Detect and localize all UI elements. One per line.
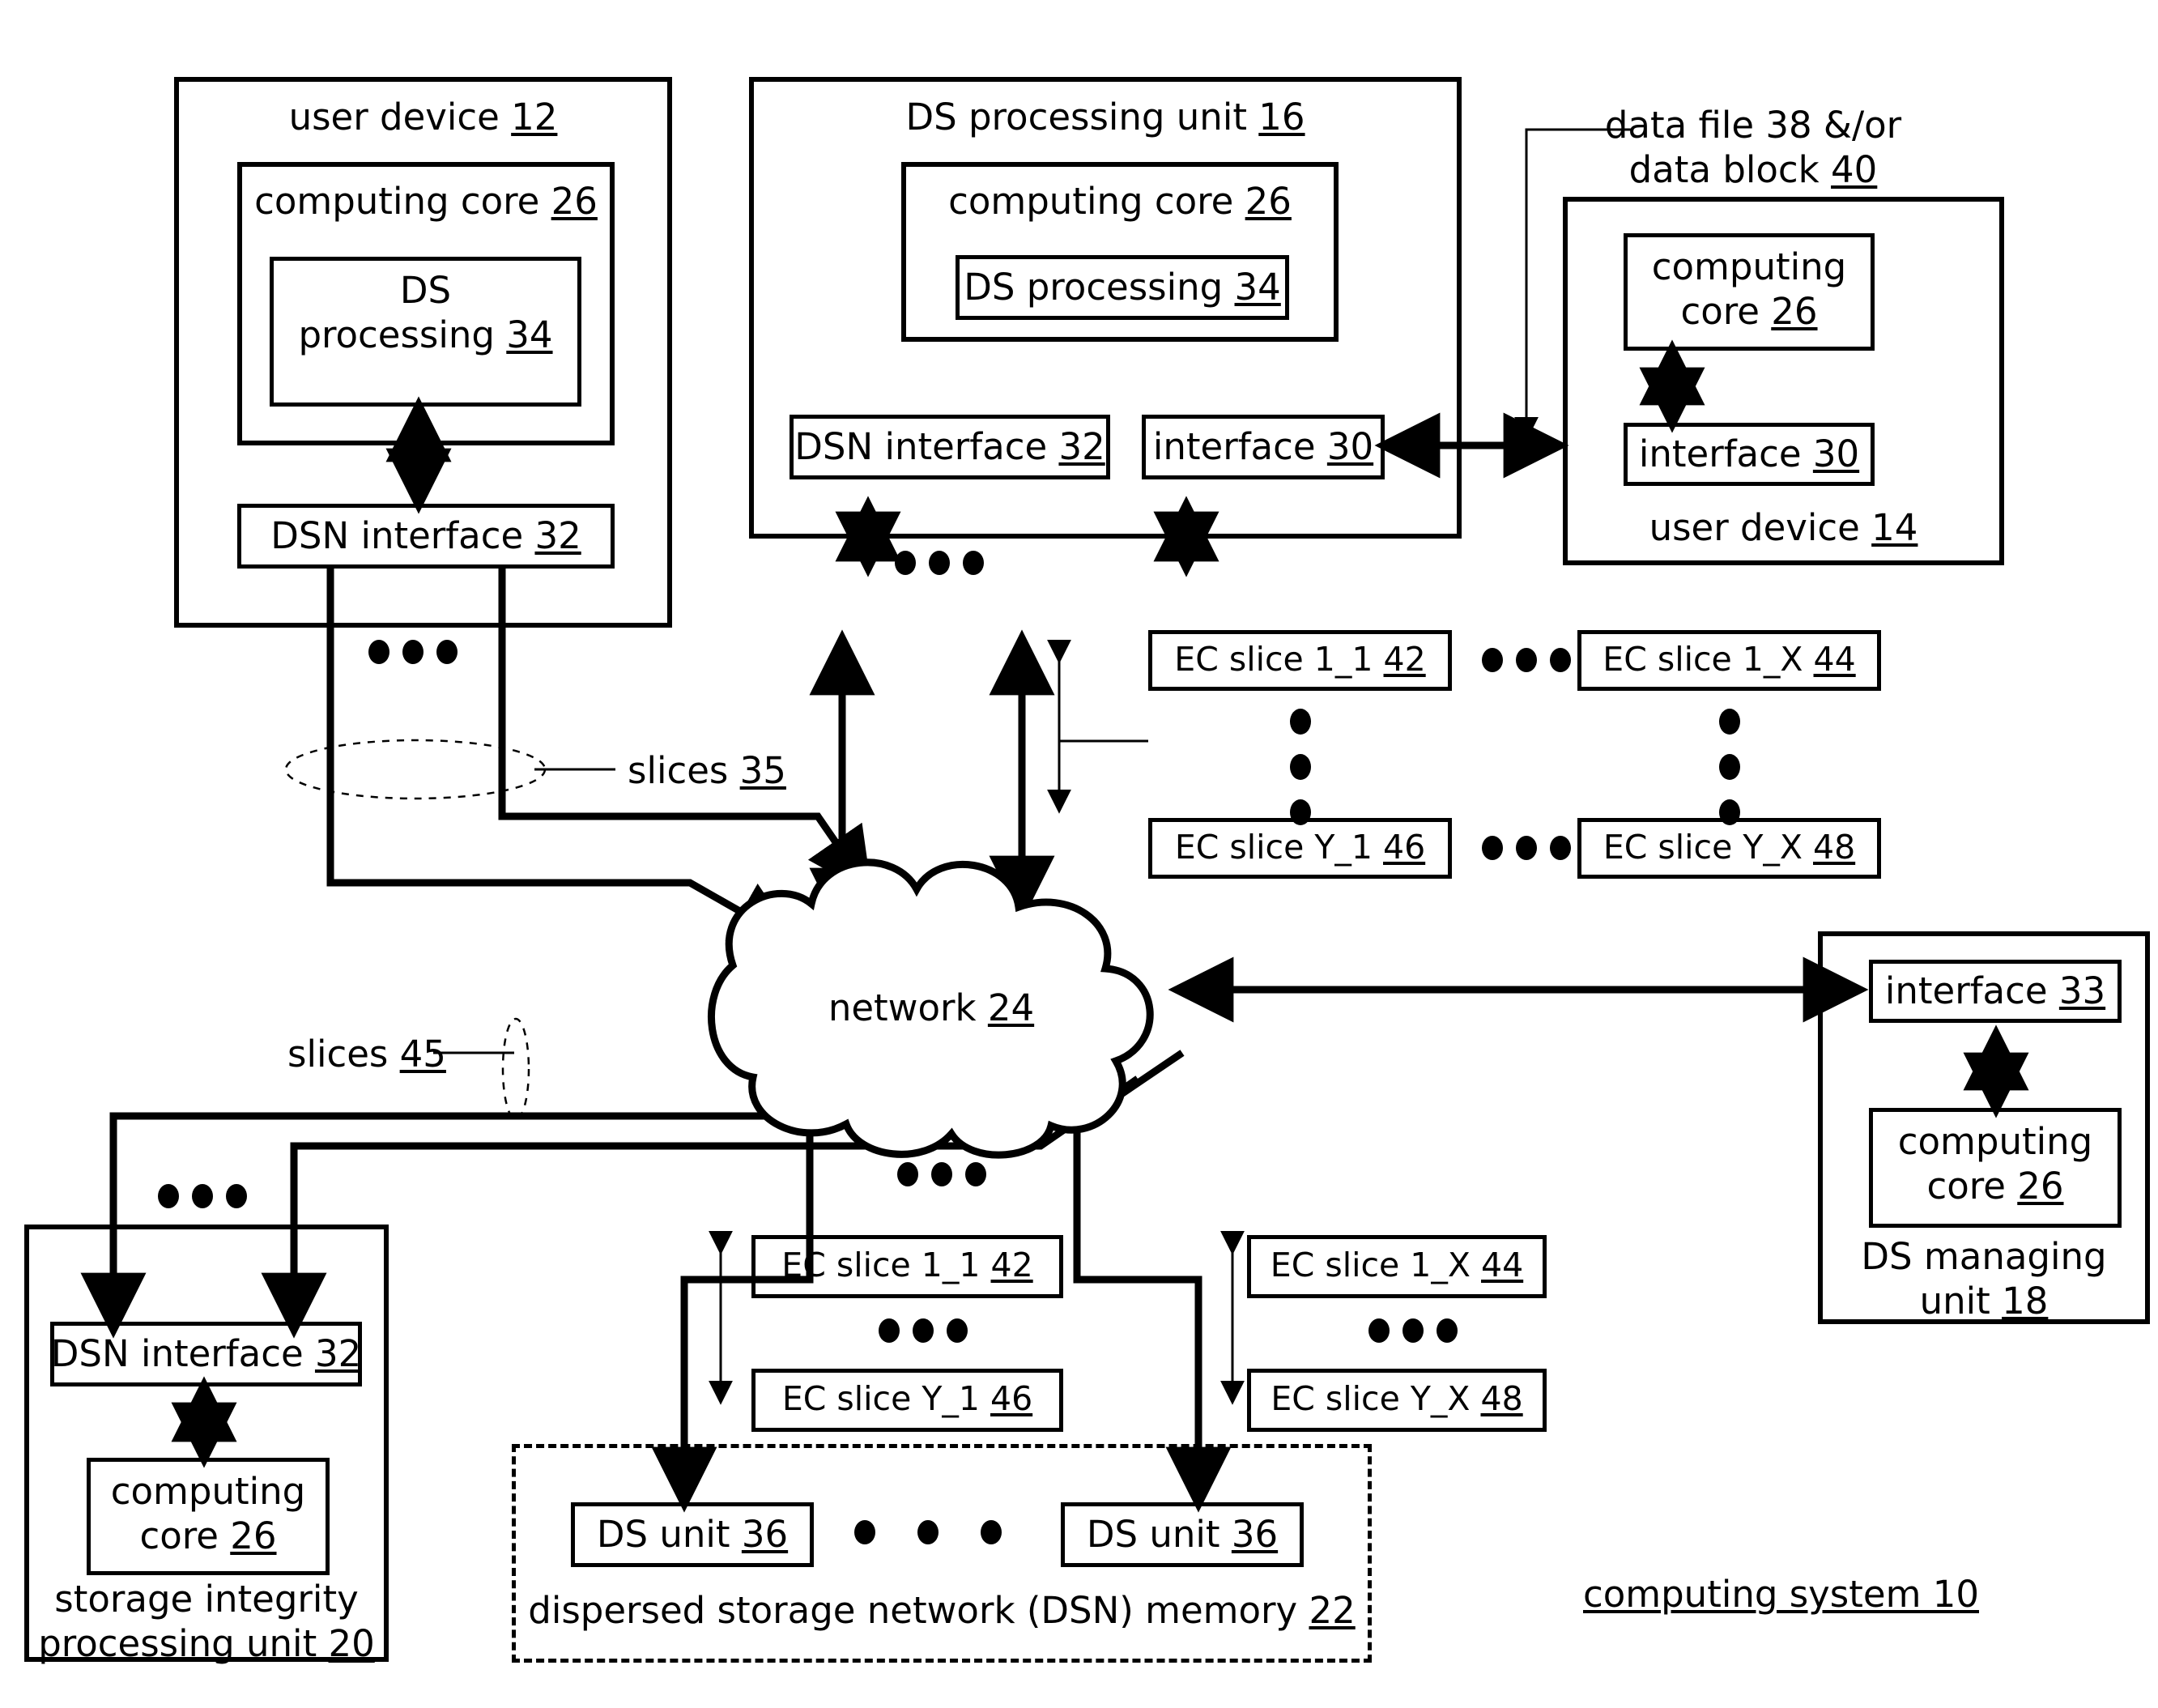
ec-slice-Y-X-48-label-lower: EC slice Y_X 48 (1271, 1379, 1523, 1418)
reference-numeral: 24 (987, 986, 1035, 1029)
computing-core-26-label-ud14: computing core 26 (1624, 245, 1875, 334)
dsn-interface-32-label-dspu16: DSN interface 32 (794, 425, 1105, 468)
computing-core-26-line2-ud14: core 26 (1680, 289, 1818, 333)
reference-numeral: 18 (2002, 1279, 2049, 1323)
reference-numeral: 48 (1480, 1379, 1523, 1418)
storage-integrity-unit-20-line2: processing unit 20 (38, 1621, 375, 1665)
reference-numeral: 12 (511, 96, 558, 138)
patent-figure-canvas: user device 12 computing core 26 DS proc… (0, 0, 2158, 1708)
ellipsis-dots-ec-col-left (1290, 709, 1311, 825)
ds-managing-unit-18-line1: DS managing (1861, 1235, 2107, 1278)
reference-numeral: 33 (2058, 969, 2106, 1012)
break-ellipse-slices45 (501, 1017, 530, 1121)
ec-slice-1-X-44-label-upper: EC slice 1_X 44 (1603, 640, 1856, 679)
ellipsis-dots-ds-units (854, 1520, 1002, 1544)
ellipsis-dots-ec-col-right (1719, 709, 1740, 825)
network-24-label: network 24 (828, 986, 1035, 1029)
reference-numeral: 44 (1481, 1246, 1524, 1284)
break-ellipse-slices35 (284, 739, 547, 800)
storage-integrity-unit-20-line1: storage integrity (54, 1578, 359, 1621)
dsn-interface-32-label-sipu20: DSN interface 32 (50, 1332, 362, 1375)
interface-30-label-ud14: interface 30 (1638, 432, 1860, 475)
ellipsis-dots-cloud-bottom (897, 1162, 986, 1186)
data-file-annotation: data file 38 &/or data block 40 (1591, 104, 1915, 193)
reference-numeral: 26 (1245, 180, 1292, 223)
reference-numeral: 30 (1326, 425, 1374, 468)
reference-numeral: 46 (1383, 828, 1426, 867)
slices-35-label: slices 35 (628, 749, 786, 792)
ds-processing-34-label-dspu16: DS processing 34 (964, 266, 1281, 309)
ellipsis-dots-ud12 (368, 640, 458, 664)
ec-slice-Y-1-46-label-upper: EC slice Y_1 46 (1174, 828, 1426, 867)
reference-numeral: 32 (534, 514, 581, 557)
user-device-12-title: user device 12 (288, 96, 558, 138)
ellipsis-dots-sipu20 (158, 1184, 247, 1208)
computing-core-26-line2-sipu20: core 26 (139, 1514, 277, 1557)
computing-system-10-label: computing system 10 (1583, 1573, 1979, 1616)
computing-core-26-label-ud12: computing core 26 (254, 180, 598, 223)
ec-slice-1-X-44-label-lower: EC slice 1_X 44 (1270, 1246, 1524, 1284)
computing-core-26-label-sipu20: computing core 26 (87, 1470, 330, 1559)
data-block-40-line: data block 40 (1628, 147, 1878, 191)
interface-33-label: interface 33 (1884, 969, 2106, 1012)
ellipsis-dots-ec-lower-right (1368, 1318, 1458, 1343)
reference-numeral: 48 (1813, 828, 1856, 867)
ec-slice-Y-1-46-label-lower: EC slice Y_1 46 (781, 1379, 1033, 1418)
storage-integrity-unit-20-title: storage integrity processing unit 20 (16, 1578, 397, 1667)
ds-unit-36-label-left: DS unit 36 (596, 1513, 789, 1556)
ds-unit-36-label-right: DS unit 36 (1086, 1513, 1279, 1556)
reference-numeral: 30 (1812, 432, 1860, 475)
reference-numeral: 14 (1871, 506, 1918, 549)
slices-45-label: slices 45 (287, 1033, 446, 1075)
ds-processing-unit-16-title: DS processing unit 16 (905, 96, 1305, 138)
dsn-memory-22-title: dispersed storage network (DSN) memory 2… (528, 1589, 1356, 1632)
computing-core-26-line1-ud14: computing (1651, 245, 1847, 288)
reference-numeral: 20 (328, 1621, 375, 1665)
computing-core-26-label-dspu16: computing core 26 (948, 180, 1292, 223)
ds-managing-unit-18-title: DS managing unit 18 (1818, 1235, 2150, 1324)
reference-numeral: 26 (551, 180, 598, 223)
data-file-38-line: data file 38 &/or (1604, 104, 1902, 147)
ds-managing-unit-18-line2: unit 18 (1919, 1279, 2049, 1323)
reference-numeral: 36 (1231, 1513, 1279, 1556)
ds-processing-34-label-ud12: DS processing 34 (270, 269, 581, 358)
reference-numeral: 46 (990, 1379, 1033, 1418)
ellipsis-dots-ec-top (1482, 648, 1571, 672)
ds-processing-34-line2: processing 34 (298, 313, 553, 356)
reference-numeral: 36 (741, 1513, 789, 1556)
reference-numeral: 42 (990, 1246, 1033, 1284)
ec-slice-Y-X-48-label-upper: EC slice Y_X 48 (1603, 828, 1856, 867)
ellipsis-dots-dspu16 (895, 551, 984, 575)
user-device-14-title: user device 14 (1649, 506, 1918, 549)
reference-numeral: 45 (399, 1033, 446, 1075)
reference-numeral: 32 (314, 1332, 362, 1375)
ec-slice-1-1-42-label-upper: EC slice 1_1 42 (1174, 640, 1426, 679)
computing-core-26-line1-sipu20: computing (110, 1470, 306, 1513)
reference-numeral: 16 (1258, 96, 1305, 138)
reference-numeral: 26 (230, 1514, 277, 1557)
reference-numeral: 44 (1813, 640, 1856, 679)
interface-30-label-dspu16: interface 30 (1152, 425, 1374, 468)
reference-numeral: 32 (1058, 425, 1105, 468)
ds-processing-34-line1: DS (399, 269, 452, 312)
computing-core-26-line2-dsmu18: core 26 (1926, 1164, 2064, 1208)
reference-numeral: 26 (1771, 289, 1818, 333)
ellipsis-dots-ec-lower-left (879, 1318, 968, 1343)
computing-core-26-line1-dsmu18: computing (1897, 1120, 2093, 1163)
ellipsis-dots-ec-bottom (1482, 836, 1571, 860)
ec-slice-1-1-42-label-lower: EC slice 1_1 42 (781, 1246, 1033, 1284)
reference-numeral: 34 (506, 313, 553, 356)
reference-numeral: 22 (1309, 1589, 1356, 1632)
reference-numeral: 26 (2017, 1164, 2064, 1208)
reference-numeral: 35 (739, 749, 786, 792)
reference-numeral: 34 (1234, 266, 1281, 309)
reference-numeral: 40 (1831, 147, 1878, 191)
reference-numeral: 42 (1383, 640, 1426, 679)
dsn-interface-32-label-ud12: DSN interface 32 (270, 514, 581, 557)
computing-core-26-label-dsmu18: computing core 26 (1869, 1120, 2122, 1209)
